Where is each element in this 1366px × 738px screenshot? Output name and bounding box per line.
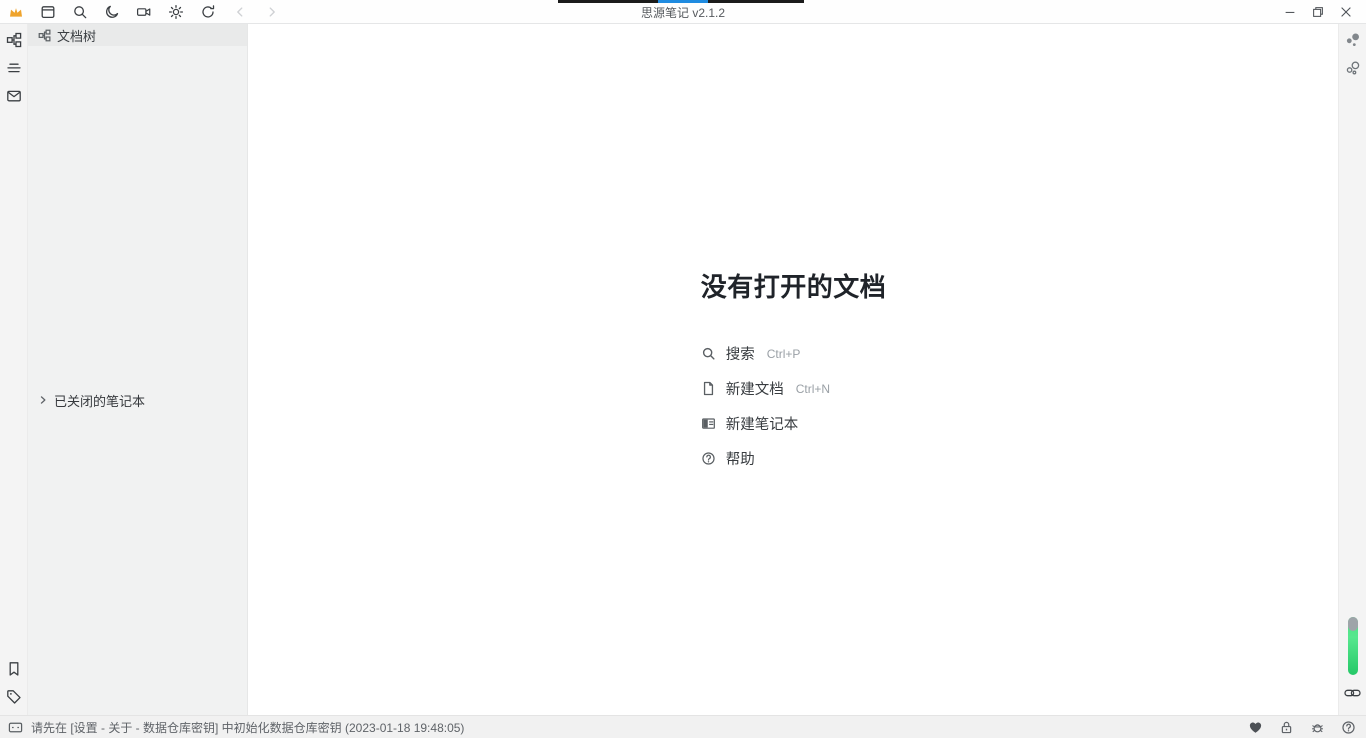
record-icon[interactable] [136, 4, 152, 20]
status-message[interactable]: 请先在 [设置 - 关于 - 数据仓库密钥] 中初始化数据仓库密钥 (2023-… [0, 719, 464, 736]
document-tree-title: 文档树 [57, 28, 97, 44]
heart-icon[interactable] [1247, 719, 1264, 736]
action-label: 搜索 [725, 347, 755, 363]
action-search[interactable]: 搜索 Ctrl+P [701, 346, 801, 363]
minimize-icon[interactable] [1276, 0, 1304, 24]
backlinks-link-icon[interactable] [1339, 679, 1366, 707]
forward-icon[interactable] [264, 4, 280, 20]
inbox-icon[interactable] [0, 82, 28, 110]
back-icon[interactable] [232, 4, 248, 20]
bug-icon[interactable] [1309, 719, 1326, 736]
help-icon [701, 451, 716, 466]
statusbar-actions [1247, 719, 1366, 736]
action-new-notebook[interactable]: 新建笔记本 [701, 416, 811, 433]
crown-icon[interactable] [8, 4, 24, 20]
lock-icon[interactable] [1278, 719, 1295, 736]
search-icon[interactable] [72, 4, 88, 20]
global-graph-icon[interactable] [1339, 54, 1366, 82]
status-message-text: 请先在 [设置 - 关于 - 数据仓库密钥] 中初始化数据仓库密钥 (2023-… [31, 720, 465, 735]
file-tree-icon [38, 29, 51, 42]
vertical-slider[interactable] [1347, 617, 1358, 675]
tag-icon[interactable] [0, 683, 28, 711]
closed-notebooks-label: 已关闭的笔记本 [54, 393, 146, 409]
slider-thumb-handle[interactable] [1347, 617, 1358, 631]
search-icon [701, 346, 716, 361]
editor-empty-area: 没有打开的文档 搜索 Ctrl+P 新建文档 Ctrl+N 新建笔记本 帮助 [249, 24, 1338, 715]
titlebar: 思源笔记 v2.1.2 [0, 0, 1366, 24]
outline-icon[interactable] [0, 54, 28, 82]
daily-note-icon[interactable] [40, 4, 56, 20]
graph-icon[interactable] [1339, 26, 1366, 54]
closed-notebooks-row[interactable]: 已关闭的笔记本 [28, 388, 247, 412]
action-label: 帮助 [725, 452, 755, 468]
file-tree-icon[interactable] [0, 26, 28, 54]
top-progress-bar [558, 0, 804, 3]
empty-state-title: 没有打开的文档 [700, 272, 887, 302]
document-tree-header[interactable]: 文档树 [28, 24, 247, 46]
new-doc-icon [701, 381, 716, 396]
bookmark-icon[interactable] [0, 655, 28, 683]
action-help[interactable]: 帮助 [701, 451, 767, 468]
help-circle-icon[interactable] [1340, 719, 1357, 736]
sync-icon[interactable] [200, 4, 216, 20]
action-shortcut: Ctrl+P [766, 346, 801, 361]
theme-moon-icon[interactable] [104, 4, 120, 20]
statusbar: 请先在 [设置 - 关于 - 数据仓库密钥] 中初始化数据仓库密钥 (2023-… [0, 715, 1366, 738]
action-new-doc[interactable]: 新建文档 Ctrl+N [701, 381, 831, 398]
right-dock [1338, 24, 1366, 715]
new-notebook-icon [701, 416, 716, 431]
empty-state: 没有打开的文档 搜索 Ctrl+P 新建文档 Ctrl+N 新建笔记本 帮助 [700, 267, 887, 468]
close-icon[interactable] [1332, 0, 1360, 24]
action-label: 新建文档 [725, 382, 784, 398]
toolbar [0, 0, 280, 23]
settings-icon[interactable] [168, 4, 184, 20]
top-progress-indicator [658, 0, 708, 3]
selection-icon [8, 720, 23, 735]
chevron-right-icon [38, 395, 48, 405]
window-controls [1276, 0, 1366, 23]
document-tree-panel: 文档树 已关闭的笔记本 [28, 24, 248, 715]
action-shortcut: Ctrl+N [795, 381, 831, 396]
left-dock [0, 24, 28, 715]
maximize-icon[interactable] [1304, 0, 1332, 24]
action-label: 新建笔记本 [725, 417, 799, 433]
